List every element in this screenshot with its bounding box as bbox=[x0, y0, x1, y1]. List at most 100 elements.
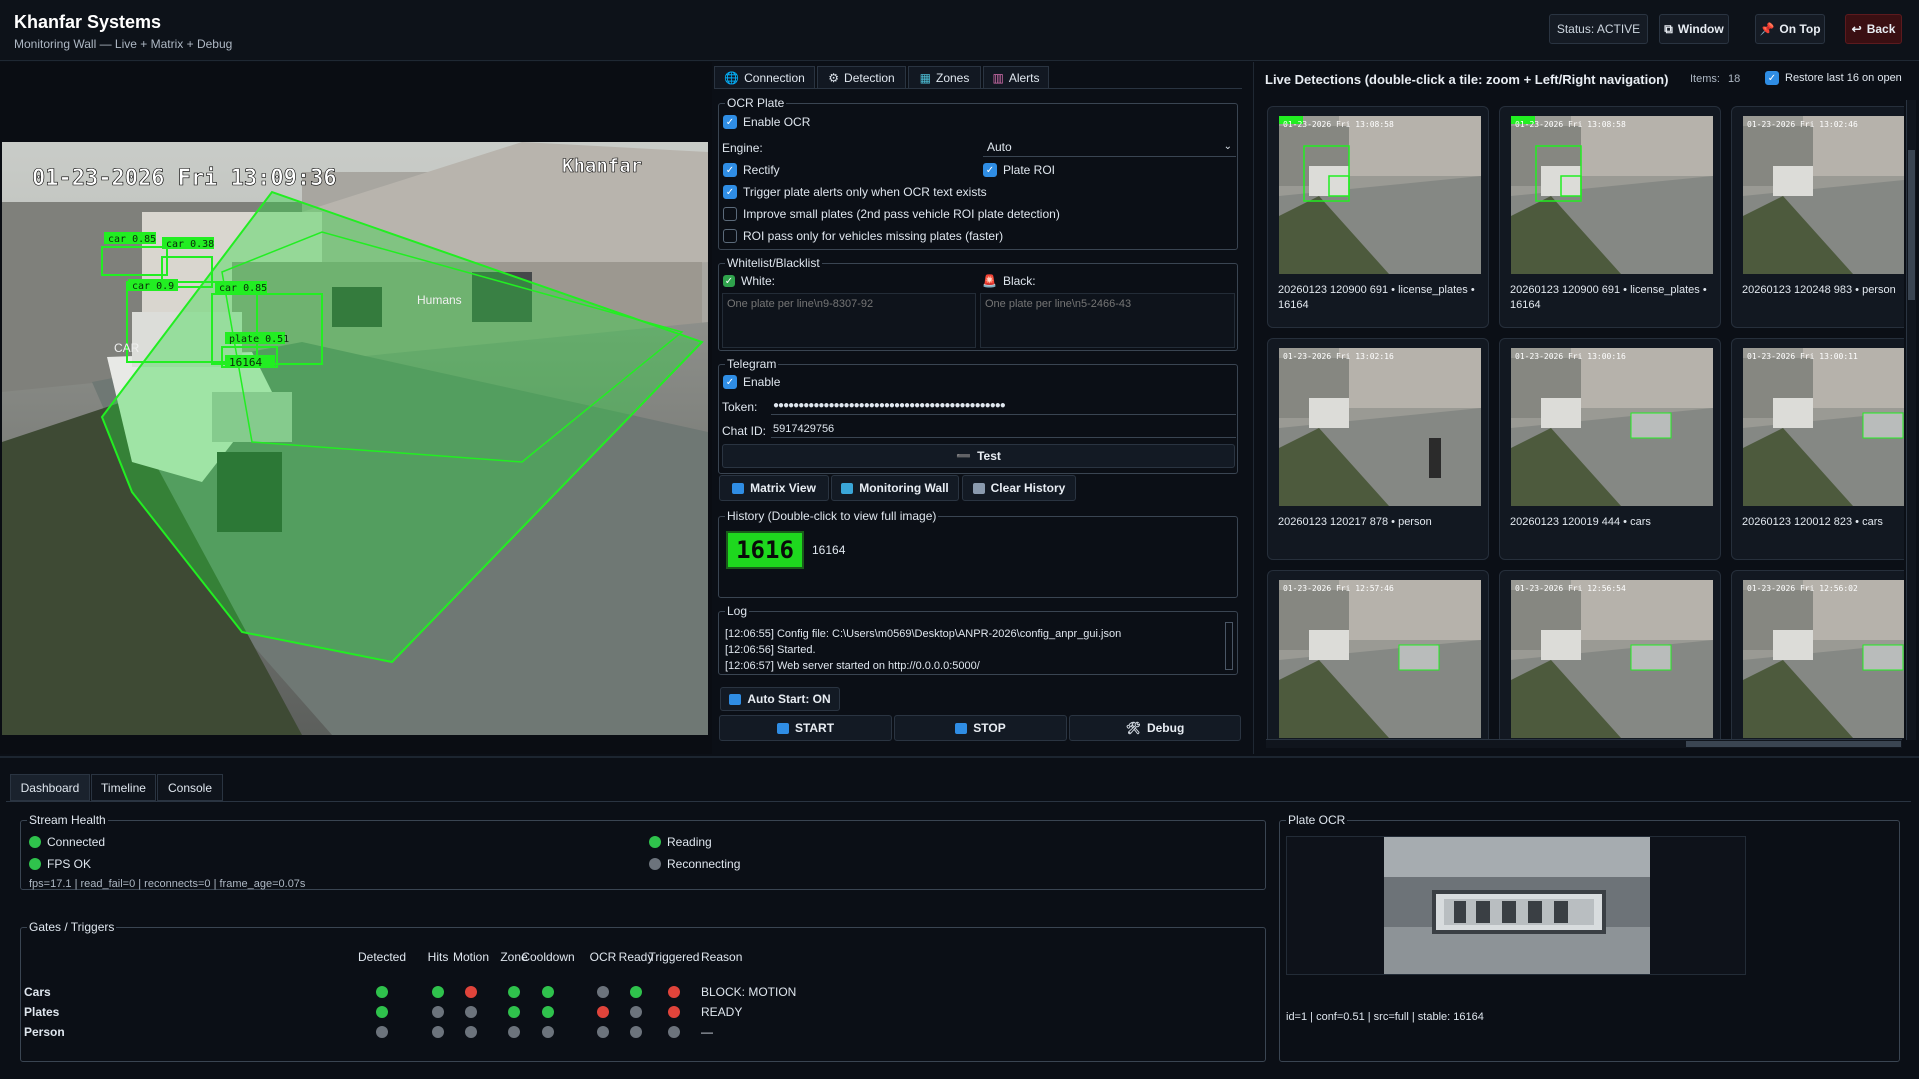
enable-ocr-checkbox[interactable]: ✓ Enable OCR bbox=[723, 115, 810, 129]
det-label: car 0.85 bbox=[219, 283, 267, 294]
detection-thumbnail: 01-23-2026 Fri 13:08:58 bbox=[1511, 116, 1713, 274]
tab-timeline[interactable]: Timeline bbox=[91, 774, 156, 801]
unchecked-box-icon bbox=[723, 229, 737, 243]
history-plate-value[interactable]: 16164 bbox=[812, 543, 845, 557]
tab-dashboard[interactable]: Dashboard bbox=[10, 774, 90, 801]
matrix-view-button[interactable]: Matrix View bbox=[719, 475, 829, 501]
monitoring-wall-button[interactable]: Monitoring Wall bbox=[831, 475, 959, 501]
checkbox-label: Trigger plate alerts only when OCR text … bbox=[743, 185, 987, 199]
chevron-down-icon: ⌄ bbox=[1223, 141, 1232, 152]
gate-status-dot bbox=[542, 986, 554, 998]
log-line: [12:06:57] Web server started on http://… bbox=[725, 660, 980, 672]
items-label: Items: bbox=[1690, 73, 1720, 85]
improve-small-checkbox[interactable]: Improve small plates (2nd pass vehicle R… bbox=[723, 207, 1060, 221]
gate-column-header: Detected bbox=[357, 950, 407, 964]
globe-icon: 🌐 bbox=[724, 70, 740, 85]
detection-tile[interactable]: 01-23-2026 Fri 13:02:46 20260123 120248 9… bbox=[1731, 106, 1904, 328]
tab-alerts[interactable]: ▥ Alerts bbox=[983, 66, 1049, 88]
gallery-vertical-scrollbar[interactable] bbox=[1906, 100, 1916, 740]
tab-label: Alerts bbox=[1008, 70, 1040, 85]
start-button[interactable]: START bbox=[719, 715, 892, 741]
white-label: White: bbox=[741, 274, 776, 288]
gate-status-dot bbox=[432, 986, 444, 998]
check-icon: ✓ bbox=[983, 163, 997, 177]
tile-grid: 01-23-2026 Fri 13:08:58 20260123 120900 6… bbox=[1254, 106, 1904, 739]
gate-status-dot bbox=[376, 1026, 388, 1038]
scroll-thumb[interactable] bbox=[1686, 741, 1901, 747]
detection-thumbnail: 01-23-2026 Fri 12:56:54 bbox=[1511, 580, 1713, 738]
back-button[interactable]: ↩ Back bbox=[1845, 14, 1902, 44]
telegram-enable-checkbox[interactable]: ✓ Enable bbox=[723, 375, 780, 389]
token-label: Token: bbox=[722, 400, 758, 414]
token-input[interactable]: ●●●●●●●●●●●●●●●●●●●●●●●●●●●●●●●●●●●●●●●●… bbox=[771, 397, 1236, 415]
telegram-group: Telegram ✓ Enable Token: ●●●●●●●●●●●●●●●●… bbox=[718, 357, 1238, 474]
tile-caption: 20260123 120248 983 • person bbox=[1742, 284, 1896, 296]
det-label: plate 0.51 bbox=[229, 334, 289, 345]
gate-status-dot bbox=[597, 1026, 609, 1038]
plate-ocr-frame bbox=[1286, 836, 1746, 975]
log-text: [12:06:55] Config file: C:\Users\m0569\D… bbox=[725, 626, 1215, 674]
checkbox-label: Improve small plates (2nd pass vehicle R… bbox=[743, 207, 1060, 221]
stop-button[interactable]: STOP bbox=[894, 715, 1067, 741]
restore-checkbox[interactable]: ✓ Restore last 16 on open bbox=[1765, 71, 1902, 85]
scroll-thumb[interactable] bbox=[1908, 150, 1915, 300]
plate-roi-checkbox[interactable]: ✓ Plate ROI bbox=[983, 163, 1055, 177]
play-icon bbox=[729, 693, 742, 705]
history-plate-thumb[interactable]: 1616 bbox=[726, 531, 804, 569]
detection-tile[interactable]: 01-23-2026 Fri 12:57:46 bbox=[1267, 570, 1489, 739]
tile-caption: 20260123 120217 878 • person bbox=[1278, 516, 1432, 528]
group-title: OCR Plate bbox=[725, 96, 787, 110]
blacklist-textarea[interactable] bbox=[980, 293, 1235, 348]
auto-start-toggle[interactable]: Auto Start: ON bbox=[720, 687, 840, 711]
gate-status-dot bbox=[668, 986, 680, 998]
tab-zones[interactable]: ▦ Zones bbox=[908, 66, 981, 88]
status-dot bbox=[649, 836, 661, 848]
whitelist-textarea[interactable] bbox=[722, 293, 976, 348]
checkbox-label: Enable bbox=[743, 375, 781, 389]
group-title: History (Double-click to view full image… bbox=[725, 509, 939, 523]
tab-detection[interactable]: ⚙ Detection bbox=[817, 66, 906, 88]
detection-tile[interactable]: 01-23-2026 Fri 12:56:02 bbox=[1731, 570, 1904, 739]
reconnecting-indicator: Reconnecting bbox=[649, 857, 740, 871]
debug-button[interactable]: 🛠 Debug bbox=[1069, 715, 1241, 741]
stop-icon bbox=[955, 722, 968, 734]
on-top-button[interactable]: 📌 On Top bbox=[1755, 14, 1825, 44]
test-button[interactable]: ➖ Test bbox=[722, 444, 1235, 468]
tab-console[interactable]: Console bbox=[157, 774, 223, 801]
live-video-frame[interactable]: car 0.85 car 0.38 car 0.9 car 0.85 plate… bbox=[2, 142, 708, 735]
detection-tile[interactable]: 01-23-2026 Fri 13:00:16 20260123 120019 4… bbox=[1499, 338, 1721, 560]
rectify-checkbox[interactable]: ✓ Rectify bbox=[723, 163, 780, 177]
tab-connection[interactable]: 🌐 Connection bbox=[714, 66, 815, 88]
trigger-only-checkbox[interactable]: ✓ Trigger plate alerts only when OCR text… bbox=[723, 185, 987, 199]
detection-thumbnail: 01-23-2026 Fri 13:08:58 bbox=[1279, 116, 1481, 274]
gate-row-name: Person bbox=[24, 1025, 65, 1039]
tile-caption: 20260123 120900 691 • license_plates • 1… bbox=[1510, 284, 1707, 311]
back-arrow-icon: ↩ bbox=[1851, 22, 1862, 36]
camera-scene: car 0.85 car 0.38 car 0.9 car 0.85 plate… bbox=[2, 142, 708, 735]
white-label-row: ✓ White: bbox=[723, 274, 775, 288]
roi-pass-checkbox[interactable]: ROI pass only for vehicles missing plate… bbox=[723, 229, 1003, 243]
black-label-row: 🚨 Black: bbox=[982, 274, 1036, 288]
gate-status-dot bbox=[465, 1006, 477, 1018]
items-count: 18 bbox=[1728, 73, 1741, 85]
gate-row-name: Plates bbox=[24, 1005, 60, 1019]
gate-status-dot bbox=[376, 986, 388, 998]
log-group: Log [12:06:55] Config file: C:\Users\m05… bbox=[718, 604, 1238, 675]
detection-tile[interactable]: 01-23-2026 Fri 12:56:54 bbox=[1499, 570, 1721, 739]
detection-thumbnail: 01-23-2026 Fri 13:02:46 bbox=[1743, 116, 1904, 274]
window-button[interactable]: ⧉ Window bbox=[1659, 14, 1729, 44]
button-label: Matrix View bbox=[750, 481, 816, 495]
engine-select[interactable]: Auto ⌄ bbox=[983, 137, 1236, 157]
gate-row-name: Cars bbox=[24, 985, 51, 999]
detection-tile[interactable]: 01-23-2026 Fri 13:08:58 20260123 120900 6… bbox=[1499, 106, 1721, 328]
gallery-horizontal-scrollbar[interactable] bbox=[1266, 739, 1902, 748]
chat-id-input[interactable]: 5917429756 bbox=[771, 420, 1236, 438]
detection-tile[interactable]: 01-23-2026 Fri 13:00:11 20260123 120012 8… bbox=[1731, 338, 1904, 560]
detection-tile[interactable]: 01-23-2026 Fri 13:08:58 20260123 120900 6… bbox=[1267, 106, 1489, 328]
log-scrollbar[interactable] bbox=[1225, 622, 1233, 670]
clear-history-button[interactable]: Clear History bbox=[962, 475, 1076, 501]
det-label: car 0.38 bbox=[166, 239, 214, 250]
detection-tile[interactable]: 01-23-2026 Fri 13:02:16 20260123 120217 8… bbox=[1267, 338, 1489, 560]
gear-icon: ⚙ bbox=[828, 70, 840, 85]
button-label: Debug bbox=[1146, 721, 1185, 735]
